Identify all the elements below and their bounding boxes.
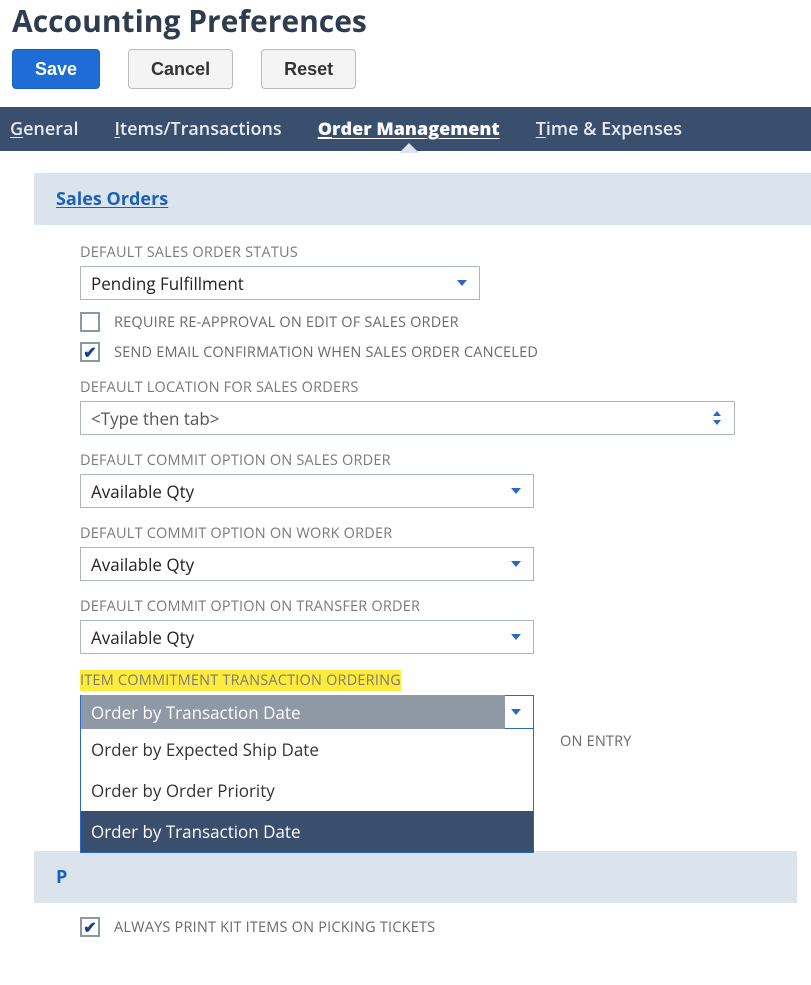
dropdown-option[interactable]: Order by Expected Ship Date [81, 729, 533, 770]
label-default-sales-order-status: DEFAULT SALES ORDER STATUS [80, 243, 797, 262]
page-title: Accounting Preferences [0, 0, 811, 45]
cancel-button[interactable]: Cancel [128, 49, 233, 89]
tabs-bar: General Items/Transactions Order Managem… [0, 107, 811, 151]
section-header-sales-orders: Sales Orders [34, 173, 811, 225]
label-commit-work: DEFAULT COMMIT OPTION ON WORK ORDER [80, 524, 797, 543]
dropdown-option-selected[interactable]: Order by Transaction Date [81, 811, 533, 852]
select-value: Pending Fulfillment [91, 272, 244, 295]
label-commit-sales: DEFAULT COMMIT OPTION ON SALES ORDER [80, 451, 797, 470]
label-item-commit-ordering: ITEM COMMITMENT TRANSACTION ORDERING [80, 670, 401, 691]
checkbox-email-on-cancel[interactable] [80, 342, 100, 362]
checkbox-require-reapproval[interactable] [80, 312, 100, 332]
select-commit-transfer[interactable]: Available Qty [80, 620, 534, 654]
select-commit-sales[interactable]: Available Qty [80, 474, 534, 508]
tab-items-transactions[interactable]: Items/Transactions [114, 117, 281, 141]
label-require-reapproval: REQUIRE RE-APPROVAL ON EDIT OF SALES ORD… [114, 313, 459, 332]
input-default-location[interactable]: <Type then tab> [80, 401, 735, 435]
tab-order-management[interactable]: Order Management [318, 117, 500, 141]
chevron-down-icon [509, 486, 523, 496]
chevron-down-icon [509, 632, 523, 642]
tab-general[interactable]: General [10, 117, 78, 141]
input-placeholder: <Type then tab> [91, 407, 219, 430]
dropdown-panel-item-commit-ordering: Order by Expected Ship Date Order by Ord… [80, 729, 534, 853]
section-header-partial: P [34, 851, 797, 903]
label-commit-transfer: DEFAULT COMMIT OPTION ON TRANSFER ORDER [80, 597, 797, 616]
label-always-print-kit: ALWAYS PRINT KIT ITEMS ON PICKING TICKET… [114, 918, 435, 937]
obscured-label-fragment: ON ENTRY [560, 732, 632, 751]
tab-time-expenses[interactable]: Time & Expenses [536, 117, 682, 141]
dropdown-option[interactable]: Order by Order Priority [81, 770, 533, 811]
label-default-location: DEFAULT LOCATION FOR SALES ORDERS [80, 378, 797, 397]
checkbox-always-print-kit[interactable] [80, 917, 100, 937]
select-value: Available Qty [91, 480, 194, 503]
action-button-row: Save Cancel Reset [0, 45, 811, 107]
select-value: Available Qty [91, 553, 194, 576]
select-commit-work[interactable]: Available Qty [80, 547, 534, 581]
select-default-sales-order-status[interactable]: Pending Fulfillment [80, 266, 480, 300]
chevron-down-icon [509, 707, 523, 717]
select-value: Available Qty [91, 626, 194, 649]
select-value: Order by Transaction Date [81, 695, 505, 730]
label-email-on-cancel: SEND EMAIL CONFIRMATION WHEN SALES ORDER… [114, 343, 538, 362]
select-item-commit-ordering[interactable]: Order by Transaction Date [80, 695, 534, 729]
reset-button[interactable]: Reset [261, 49, 356, 89]
double-chevron-icon [710, 410, 724, 426]
chevron-down-icon [455, 278, 469, 288]
save-button[interactable]: Save [12, 49, 100, 89]
chevron-down-icon [509, 559, 523, 569]
